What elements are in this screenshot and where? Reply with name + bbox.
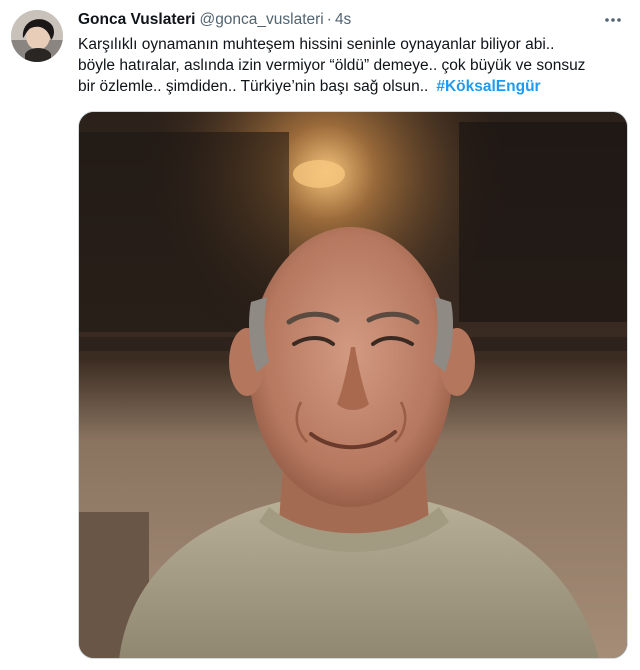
- author-name[interactable]: Gonca Vuslateri: [78, 11, 195, 28]
- tweet-card: Gonca Vuslateri @gonca_vuslateri · 4s Karşı…: [0, 0, 640, 670]
- hashtag-link[interactable]: #KöksalEngür: [436, 78, 540, 95]
- author-handle[interactable]: @gonca_vuslateri: [199, 11, 323, 28]
- tweet-line: böyle hatıralar, aslında izin vermiyor “…: [78, 57, 586, 74]
- tweet-text: Karşılıklı oynamanın muhteşem hissini se…: [78, 34, 634, 97]
- avatar[interactable]: [11, 10, 63, 62]
- more-dots-icon: [604, 10, 622, 28]
- tweet-timestamp[interactable]: 4s: [335, 11, 351, 28]
- separator-dot: ·: [326, 11, 332, 28]
- tweet-photo[interactable]: [78, 111, 628, 659]
- tweet-line: Karşılıklı oynamanın muhteşem hissini se…: [78, 36, 555, 53]
- tweet-header: Gonca Vuslateri @gonca_vuslateri · 4s: [78, 10, 600, 30]
- tweet-line-text: bir özlemle.. şimdiden.. Türkiye’nin baş…: [78, 78, 429, 95]
- tweet-line: bir özlemle.. şimdiden.. Türkiye’nin baş…: [78, 76, 634, 97]
- portrait-photo: [79, 112, 627, 658]
- more-options-button[interactable]: [602, 8, 624, 30]
